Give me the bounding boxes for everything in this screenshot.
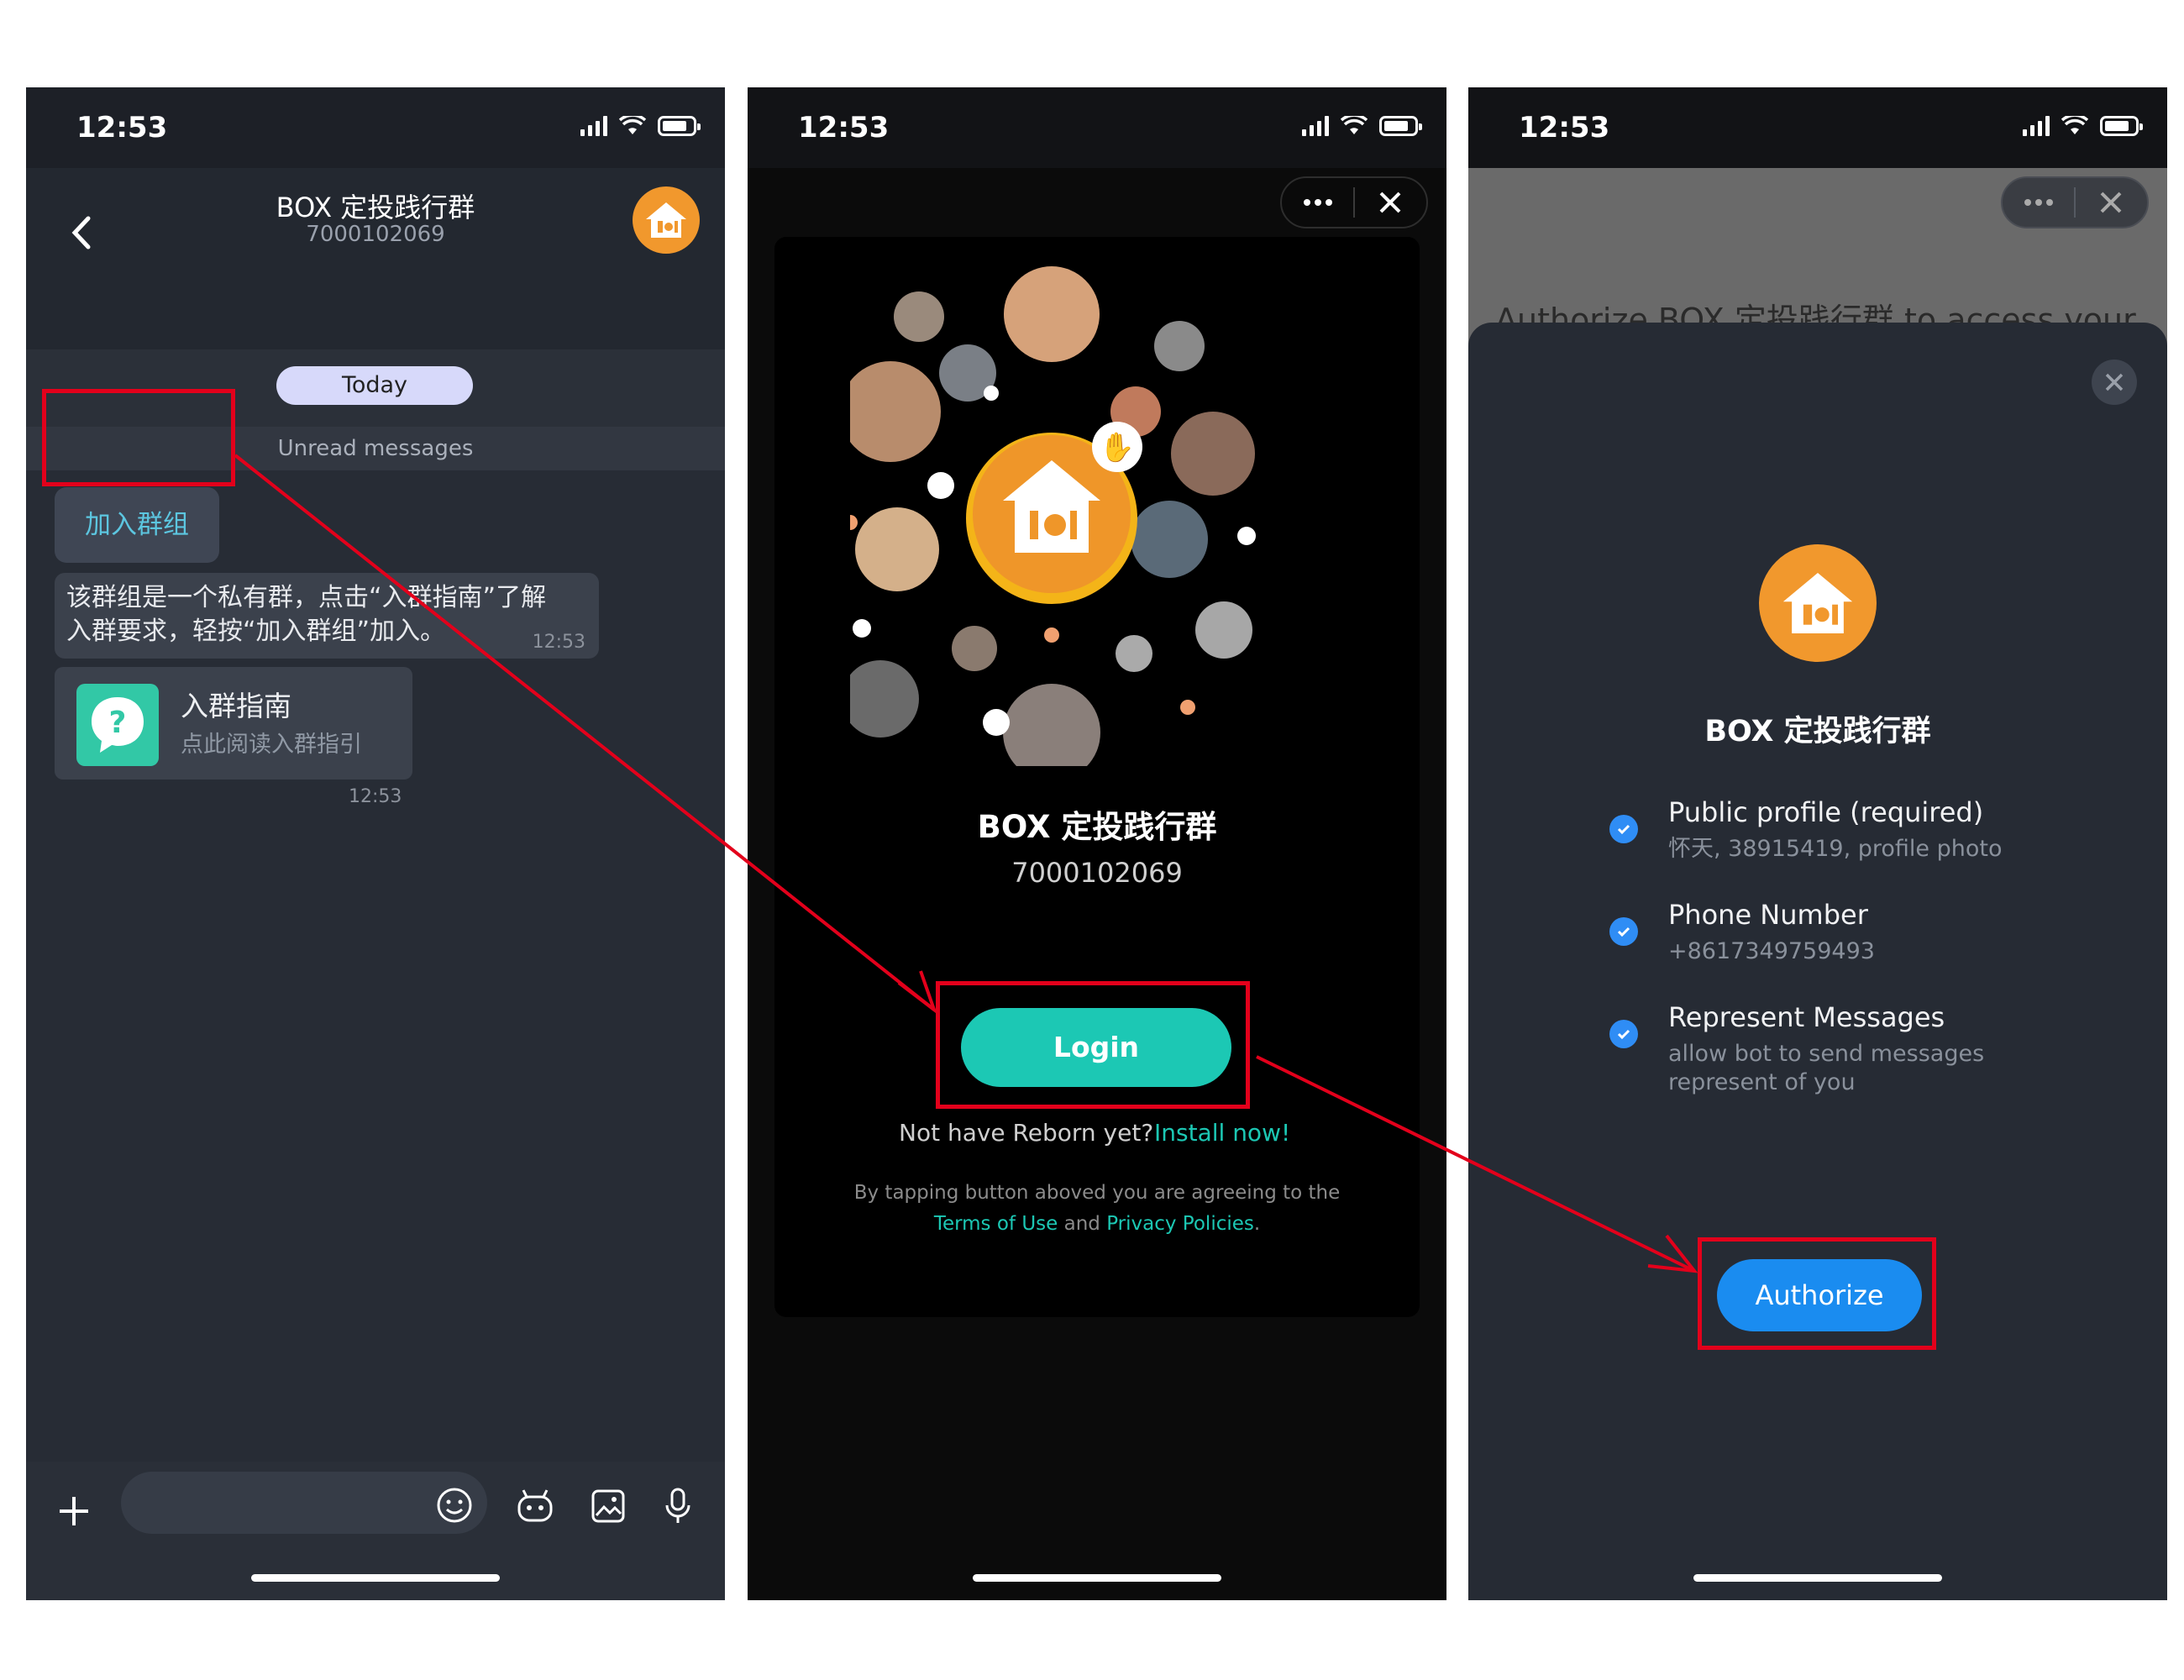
annotation-arrows bbox=[234, 454, 1698, 1273]
arrow-join-to-login bbox=[234, 454, 936, 1011]
arrow-login-to-authorize bbox=[1256, 1055, 1695, 1273]
arrow-head-login bbox=[897, 970, 938, 1015]
